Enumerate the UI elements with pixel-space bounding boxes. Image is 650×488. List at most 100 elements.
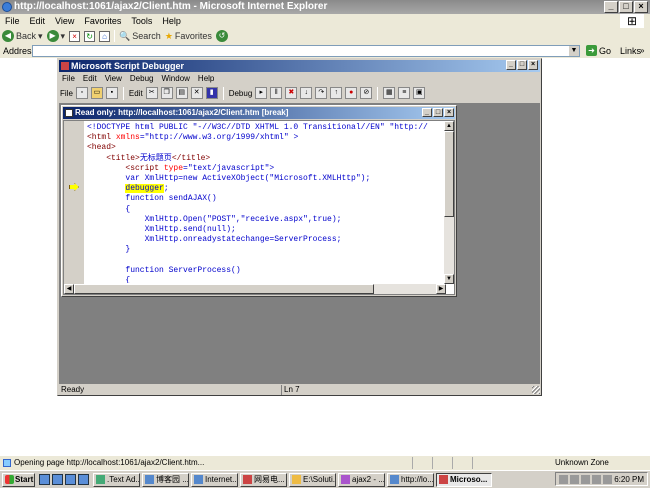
document-icon <box>65 109 73 117</box>
debugger-menu-view[interactable]: View <box>101 74 126 83</box>
code-line-current: debugger; <box>125 184 169 194</box>
search-button[interactable]: 🔍 Search <box>119 31 161 42</box>
taskbar-item[interactable]: Internet... <box>191 472 238 487</box>
script-debugger-window: Microsoft Script Debugger _ □ × File Edi… <box>57 58 542 396</box>
save-icon[interactable]: ▪ <box>105 87 118 99</box>
source-minimize-button[interactable]: _ <box>422 108 432 117</box>
minimize-button[interactable]: _ <box>604 1 618 13</box>
break-icon[interactable]: ‖ <box>270 87 283 99</box>
taskbar-item[interactable]: 博客园 ... <box>142 472 189 487</box>
horizontal-scroll-thumb[interactable] <box>74 284 374 294</box>
tray-icon[interactable] <box>603 474 613 484</box>
command-window-icon[interactable]: ▣ <box>413 87 426 99</box>
source-code[interactable]: <!DOCTYPE html PUBLIC "-//W3C//DTD XHTML… <box>87 123 442 283</box>
search-icon: 🔍 <box>119 30 131 41</box>
address-dropdown-icon[interactable]: ▼ <box>569 46 579 56</box>
scroll-down-icon[interactable]: ▼ <box>444 274 454 284</box>
code-editor[interactable]: <!DOCTYPE html PUBLIC "-//W3C//DTD XHTML… <box>63 120 455 295</box>
menu-tools[interactable]: Tools <box>126 16 157 26</box>
outlook-icon[interactable] <box>65 474 76 485</box>
stop-debugging-icon[interactable]: ✖ <box>285 87 298 99</box>
debugger-menu-file[interactable]: File <box>58 74 79 83</box>
debugger-close-button[interactable]: × <box>528 60 538 70</box>
vertical-scroll-thumb[interactable] <box>444 131 454 217</box>
source-maximize-button[interactable]: □ <box>433 108 443 117</box>
go-button[interactable]: Go <box>599 44 611 58</box>
step-over-icon[interactable]: ↷ <box>315 87 328 99</box>
debugger-maximize-button[interactable]: □ <box>517 60 527 70</box>
windows-flag-icon: ⊞ <box>620 14 644 28</box>
scroll-right-icon[interactable]: ▶ <box>436 284 446 294</box>
debugger-menu-help[interactable]: Help <box>194 74 218 83</box>
vertical-scrollbar[interactable]: ▲ ▼ <box>444 121 454 284</box>
menu-edit[interactable]: Edit <box>25 16 51 26</box>
forward-button[interactable]: ▶ ▾ <box>46 30 65 42</box>
tray-icon[interactable] <box>592 474 602 484</box>
toolbar-divider <box>122 86 124 100</box>
app-icon <box>243 475 252 484</box>
menu-view[interactable]: View <box>50 16 79 26</box>
taskbar-item[interactable]: .Text Ad... <box>93 472 140 487</box>
tray-icon[interactable] <box>570 474 580 484</box>
refresh-icon[interactable]: ↻ <box>84 30 96 42</box>
step-out-icon[interactable]: ↑ <box>330 87 343 99</box>
resize-grip-icon[interactable] <box>532 386 540 394</box>
cut-icon[interactable]: ✂ <box>145 87 158 99</box>
taskbar-item[interactable]: E:\Soluti... <box>289 472 336 487</box>
taskbar-item[interactable]: 网易电... <box>240 472 287 487</box>
menu-file[interactable]: File <box>0 16 25 26</box>
paste-icon[interactable]: ▤ <box>175 87 188 99</box>
taskbar-item[interactable]: ajax2 - ... <box>338 472 385 487</box>
home-icon[interactable]: ⌂ <box>99 30 111 42</box>
step-into-icon[interactable]: ↓ <box>300 87 313 99</box>
debugger-menu-debug[interactable]: Debug <box>126 74 158 83</box>
running-documents-icon[interactable]: ▦ <box>383 87 396 99</box>
favorites-button[interactable]: ★ Favorites <box>165 31 212 42</box>
address-input[interactable]: ▼ <box>32 45 580 57</box>
history-icon[interactable]: ↺ <box>215 30 228 42</box>
close-button[interactable]: × <box>634 1 648 13</box>
toggle-breakpoint-icon[interactable]: ● <box>345 87 358 99</box>
source-close-button[interactable]: × <box>444 108 454 117</box>
run-icon[interactable]: ▸ <box>255 87 268 99</box>
copy-icon[interactable]: ❐ <box>160 87 173 99</box>
clear-breakpoints-icon[interactable]: ⊘ <box>360 87 373 99</box>
menu-help[interactable]: Help <box>157 16 186 26</box>
delete-icon[interactable]: ✕ <box>190 87 203 99</box>
scroll-up-icon[interactable]: ▲ <box>444 121 454 131</box>
line-number-indicator: Ln 7 <box>284 385 300 394</box>
new-icon[interactable]: ▫ <box>75 87 88 99</box>
debugger-minimize-button[interactable]: _ <box>506 60 516 70</box>
find-icon[interactable]: ▮ <box>205 87 218 99</box>
code-line: <head> <box>87 143 116 153</box>
tray-icon[interactable] <box>559 474 569 484</box>
ie-logo-icon <box>2 2 12 12</box>
debugger-menu-edit[interactable]: Edit <box>79 74 101 83</box>
ie-status-text: Opening page http://localhost:1061/ajax2… <box>0 456 412 470</box>
call-stack-icon[interactable]: ≡ <box>398 87 411 99</box>
stop-icon[interactable]: × <box>69 30 81 42</box>
go-arrow-icon[interactable]: ➜ <box>586 45 597 56</box>
breakpoint-gutter[interactable] <box>64 121 84 284</box>
back-button[interactable]: ◀ Back ▾ <box>2 30 43 42</box>
open-icon[interactable]: ▭ <box>90 87 103 99</box>
menu-favorites[interactable]: Favorites <box>79 16 126 26</box>
taskbar-item[interactable]: http://lo... <box>387 472 434 487</box>
debugger-menu-window[interactable]: Window <box>157 74 193 83</box>
security-zone: Unknown Zone <box>555 458 609 467</box>
maximize-button[interactable]: □ <box>619 1 633 13</box>
chevron-icon[interactable]: » <box>640 44 644 58</box>
code-line: <script type="text/javascript"> <box>125 163 275 173</box>
media-player-icon[interactable] <box>78 474 89 485</box>
clock[interactable]: 6:20 PM <box>614 475 644 484</box>
tray-icon[interactable] <box>581 474 591 484</box>
links-button[interactable]: Links <box>620 44 641 58</box>
code-line: <html xmlns="http://www.w3.org/1999/xhtm… <box>87 133 299 143</box>
taskbar-item-active[interactable]: Microso... <box>436 472 492 487</box>
ie-quick-launch-icon[interactable] <box>52 474 63 485</box>
start-button[interactable]: Start <box>2 472 35 487</box>
scroll-left-icon[interactable]: ◀ <box>64 284 74 294</box>
show-desktop-icon[interactable] <box>39 474 50 485</box>
horizontal-scrollbar[interactable]: ◀ ▶ <box>64 284 446 294</box>
code-line: } <box>125 245 131 255</box>
